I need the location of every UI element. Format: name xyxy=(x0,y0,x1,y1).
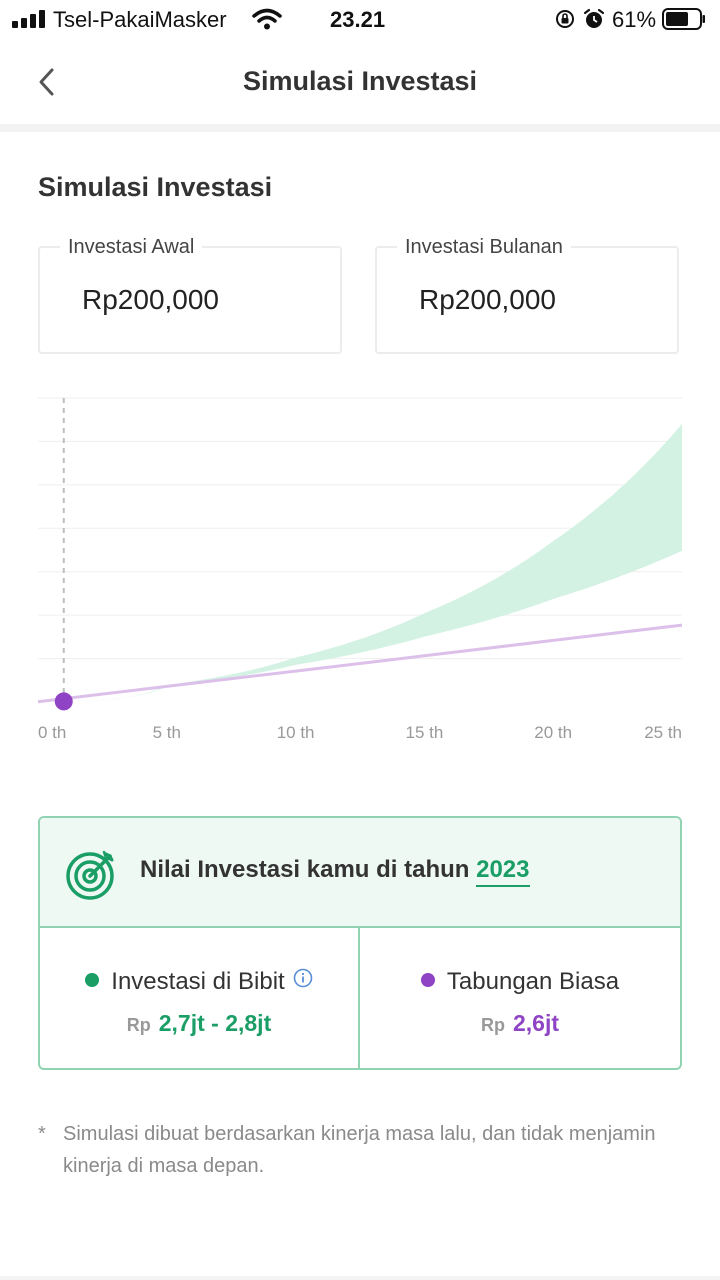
bibit-currency: Rp xyxy=(126,1015,151,1035)
target-icon xyxy=(66,850,114,900)
nav-bar: Simulasi Investasi xyxy=(0,40,720,124)
result-title: Nilai Investasi kamu di tahun 2023 xyxy=(140,856,530,887)
x-tick-label: 5 th xyxy=(153,723,181,742)
status-time: 23.21 xyxy=(330,7,386,32)
x-tick-label: 25 th xyxy=(644,723,682,742)
bibit-result: Investasi di Bibit Rp 2,7jt - 2,8jt xyxy=(40,928,360,1068)
info-icon[interactable] xyxy=(293,968,313,988)
x-tick-label: 0 th xyxy=(38,723,66,742)
year-selector[interactable]: 2023 xyxy=(476,856,530,887)
disclaimer-mark: * xyxy=(38,1123,46,1145)
bottom-divider xyxy=(0,1276,720,1280)
result-card-header: Nilai Investasi kamu di tahun 2023 xyxy=(40,818,680,928)
bibit-amount: Rp 2,7jt - 2,8jt xyxy=(40,1010,358,1037)
bibit-legend: Investasi di Bibit xyxy=(40,968,358,996)
result-card: Nilai Investasi kamu di tahun 2023 Inves… xyxy=(38,816,682,1070)
battery-icon xyxy=(662,8,705,30)
investment-chart[interactable]: 0 th 5 th 10 th 15 th 20 th 25 th xyxy=(0,380,720,760)
disclaimer-text: Simulasi dibuat berdasarkan kinerja masa… xyxy=(63,1123,656,1177)
savings-line xyxy=(37,623,683,704)
initial-investment-label: Investasi Awal xyxy=(60,236,203,259)
monthly-investment-field[interactable]: Investasi Bulanan Rp200,000 xyxy=(375,236,679,354)
savings-dot xyxy=(420,973,435,987)
monthly-investment-label: Investasi Bulanan xyxy=(397,236,571,259)
x-tick-label: 10 th xyxy=(277,723,315,742)
bibit-dot xyxy=(85,973,100,987)
page-title: Simulasi Investasi xyxy=(242,66,478,96)
bibit-label: Investasi di Bibit xyxy=(111,968,285,995)
savings-currency: Rp xyxy=(480,1015,505,1035)
chart-marker[interactable] xyxy=(54,692,73,711)
bibit-value: 2,7jt - 2,8jt xyxy=(158,1010,272,1036)
initial-investment-field[interactable]: Investasi Awal Rp200,000 xyxy=(38,236,342,354)
x-tick-label: 20 th xyxy=(534,723,572,742)
result-title-text: Nilai Investasi kamu di tahun xyxy=(140,856,470,883)
section-title: Simulasi Investasi xyxy=(38,172,273,202)
wifi-icon xyxy=(252,8,282,30)
savings-amount: Rp 2,6jt xyxy=(360,1010,680,1037)
monthly-investment-value[interactable]: Rp200,000 xyxy=(419,284,556,316)
disclaimer: * Simulasi dibuat berdasarkan kinerja ma… xyxy=(38,1118,668,1182)
status-bar: Tsel-PakaiMasker 23.21 61% xyxy=(0,0,720,40)
signal-icon xyxy=(12,10,46,28)
savings-result: Tabungan Biasa Rp 2,6jt xyxy=(360,928,680,1068)
savings-legend: Tabungan Biasa xyxy=(360,968,680,996)
x-axis-ticks: 0 th 5 th 10 th 15 th 20 th 25 th xyxy=(38,723,682,742)
initial-investment-value[interactable]: Rp200,000 xyxy=(82,284,219,316)
rotation-lock-icon xyxy=(556,10,574,28)
bibit-range-area xyxy=(38,423,682,702)
x-tick-label: 15 th xyxy=(405,723,443,742)
carrier-name: Tsel-PakaiMasker xyxy=(53,7,227,32)
savings-label: Tabungan Biasa xyxy=(446,968,620,995)
battery-percent: 61% xyxy=(612,7,657,32)
savings-value: 2,6jt xyxy=(512,1010,560,1036)
header-divider xyxy=(0,124,720,132)
alarm-icon xyxy=(583,8,605,28)
